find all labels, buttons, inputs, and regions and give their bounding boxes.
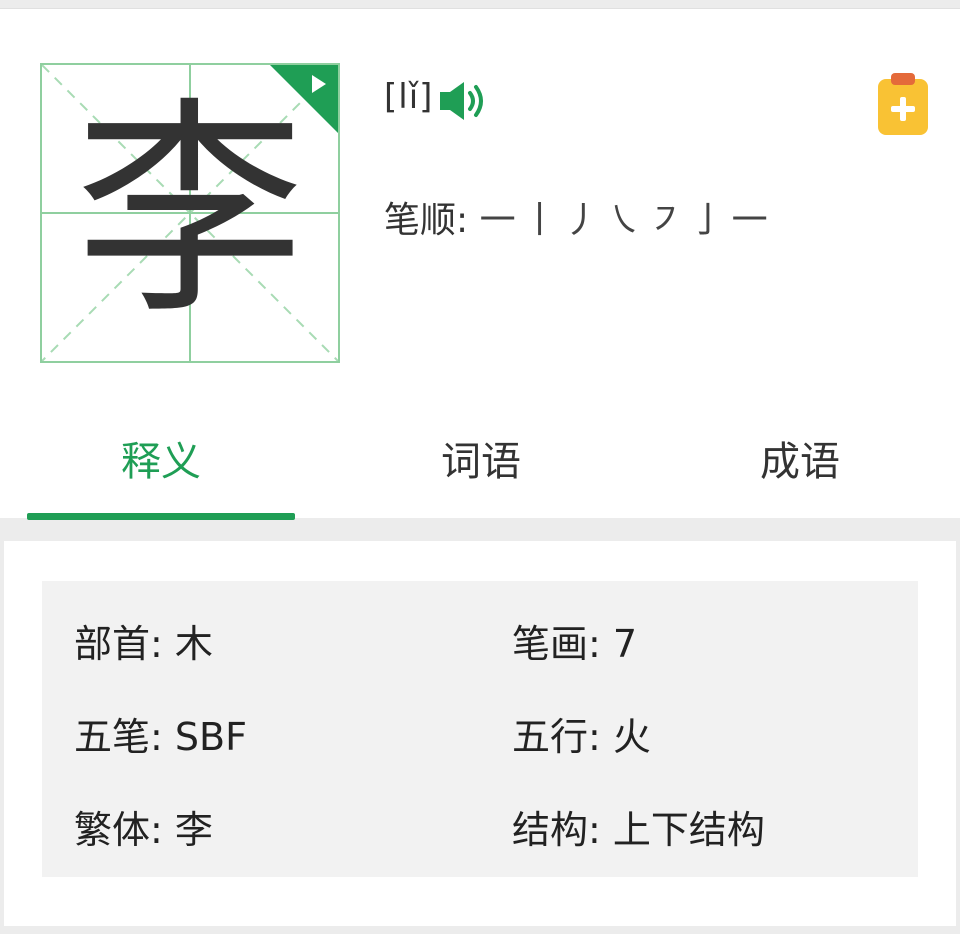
tab-active-indicator xyxy=(27,513,295,520)
stroke-sequence: 一丨丿㇏㇇亅一 xyxy=(479,200,774,241)
stroke-order-label: 笔顺: xyxy=(384,200,469,241)
tab-idioms[interactable]: 成语 xyxy=(665,429,935,487)
speaker-icon[interactable] xyxy=(438,79,490,123)
tab-definition[interactable]: 释义 xyxy=(26,429,296,487)
stroke-order: 笔顺: 一丨丿㇏㇇亅一 xyxy=(384,191,774,243)
radical-info: 部首: 木 xyxy=(74,622,213,666)
tab-words[interactable]: 词语 xyxy=(346,429,616,487)
wubi-info: 五笔: SBF xyxy=(74,715,247,759)
play-corner-icon[interactable] xyxy=(268,63,340,135)
traditional-info: 繁体: 李 xyxy=(74,808,213,852)
structure-info: 结构: 上下结构 xyxy=(512,808,765,852)
clipboard-add-icon[interactable] xyxy=(876,71,930,137)
info-card: 部首: 木 笔画: 7 五笔: SBF 五行: 火 繁体: 李 结构: 上下结构 xyxy=(4,541,956,926)
stroke-count-info: 笔画: 7 xyxy=(512,622,638,666)
character-grid[interactable]: 李 xyxy=(40,63,340,363)
tab-bar: 释义 词语 成语 xyxy=(0,413,960,520)
info-panel: 部首: 木 笔画: 7 五笔: SBF 五行: 火 繁体: 李 结构: 上下结构 xyxy=(42,581,918,877)
pinyin-label: [lǐ] xyxy=(384,77,434,117)
character-card: 李 [lǐ] 笔顺: 一丨丿㇏㇇亅一 释义 词语 成语 xyxy=(0,8,960,520)
wuxing-info: 五行: 火 xyxy=(512,715,651,759)
